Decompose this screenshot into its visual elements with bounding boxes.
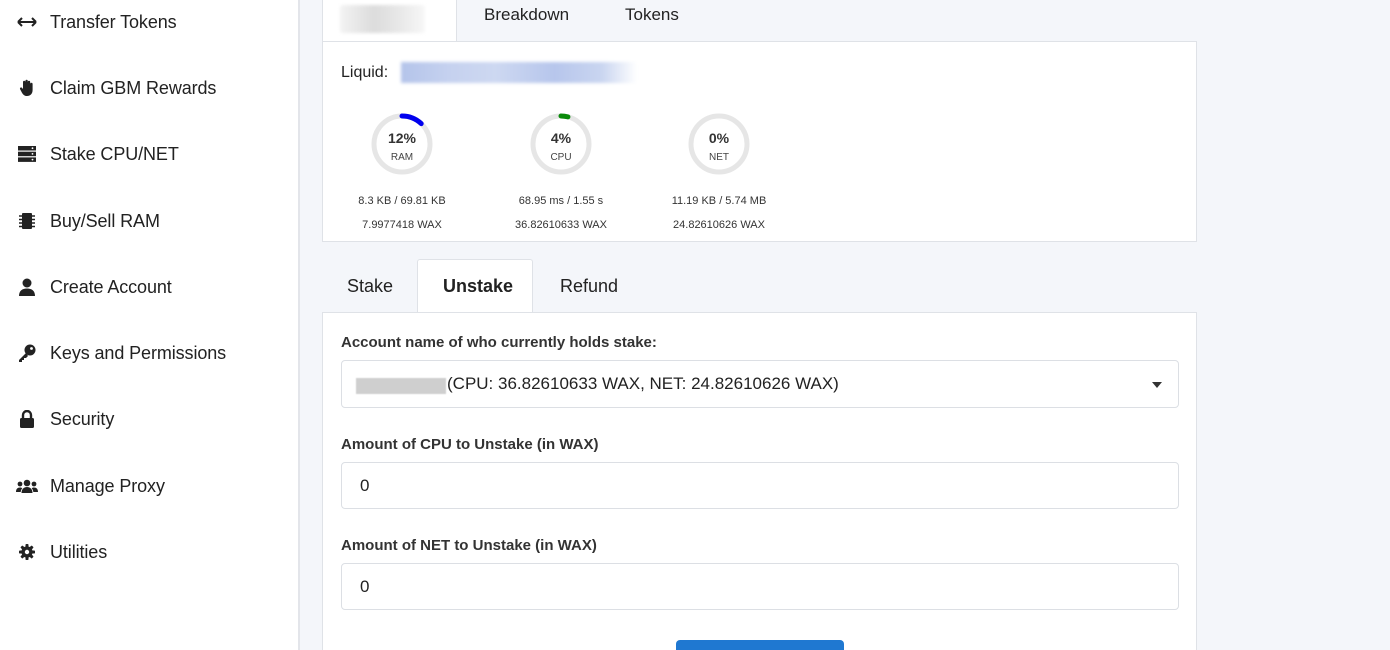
sidebar-item-label: Create Account [50, 276, 172, 297]
sidebar-item-manage-proxy[interactable]: Manage Proxy [16, 471, 165, 501]
stake-tabs: Stake Unstake Refund [322, 259, 1197, 314]
lock-icon [16, 408, 38, 430]
cpu-unstake-input[interactable] [341, 462, 1179, 509]
sidebar-item-label: Transfer Tokens [50, 11, 177, 32]
tab-unstake[interactable]: Unstake [443, 276, 513, 297]
net-unstake-label: Amount of NET to Unstake (in WAX) [341, 537, 597, 554]
tab-stake[interactable]: Stake [347, 276, 393, 297]
net-percent: 0% [708, 130, 730, 146]
arrows-horizontal-icon [16, 11, 38, 33]
gear-icon [16, 541, 38, 563]
holder-select[interactable]: (CPU: 36.82610633 WAX, NET: 24.82610626 … [341, 360, 1179, 408]
sidebar-item-label: Utilities [50, 541, 108, 562]
account-name-redacted [340, 5, 425, 33]
sidebar-item-label: Keys and Permissions [50, 342, 227, 363]
sidebar: Transfer Tokens Claim GBM Rewards Stake … [0, 0, 300, 650]
unstake-button[interactable] [676, 640, 844, 650]
net-label: NET [709, 152, 729, 163]
holder-account-redacted [356, 378, 446, 394]
holder-select-value: (CPU: 36.82610633 WAX, NET: 24.82610626 … [447, 374, 839, 393]
chevron-down-icon [1152, 382, 1162, 388]
holder-label: Account name of who currently holds stak… [341, 334, 657, 351]
tab-account-active[interactable] [322, 0, 457, 42]
memory-icon [16, 210, 38, 232]
sidebar-item-claim-gbm-rewards[interactable]: Claim GBM Rewards [16, 73, 216, 103]
sidebar-item-utilities[interactable]: Utilities [16, 537, 107, 567]
sidebar-item-buy-sell-ram[interactable]: Buy/Sell RAM [16, 206, 160, 236]
liquid-balance-redacted [401, 62, 637, 83]
resource-panel: Liquid: 12% RAM 8.3 KB / 69.81 KB 7.9977… [322, 41, 1197, 242]
sidebar-item-label: Claim GBM Rewards [50, 77, 217, 98]
tab-breakdown[interactable]: Breakdown [484, 5, 569, 25]
liquid-label: Liquid: [341, 64, 389, 81]
cpu-unstake-label: Amount of CPU to Unstake (in WAX) [341, 436, 599, 453]
sidebar-item-label: Buy/Sell RAM [50, 210, 160, 231]
sidebar-item-create-account[interactable]: Create Account [16, 272, 172, 302]
sidebar-item-label: Manage Proxy [50, 475, 165, 496]
sidebar-item-label: Stake CPU/NET [50, 143, 179, 164]
sidebar-item-keys-and-permissions[interactable]: Keys and Permissions [16, 338, 226, 368]
server-icon [16, 143, 38, 165]
key-icon [16, 342, 38, 364]
net-usage: 11.19 KB / 5.74 MB [671, 195, 767, 207]
net-unstake-input[interactable] [341, 563, 1179, 610]
hand-icon [16, 77, 38, 99]
net-gauge: 0% NET 11.19 KB / 5.74 MB 24.82610626 WA… [619, 112, 819, 231]
unstake-form: Account name of who currently holds stak… [322, 312, 1197, 650]
sidebar-item-stake-cpu-net[interactable]: Stake CPU/NET [16, 139, 179, 169]
tab-tokens[interactable]: Tokens [625, 5, 679, 25]
sidebar-item-transfer-tokens[interactable]: Transfer Tokens [16, 7, 177, 37]
resource-tabs: Breakdown Tokens [322, 0, 1196, 42]
main-content: Breakdown Tokens Liquid: 12% RAM 8.3 KB … [302, 0, 1390, 650]
sidebar-item-label: Security [50, 408, 115, 429]
sidebar-item-security[interactable]: Security [16, 404, 114, 434]
net-stake: 24.82610626 WAX [673, 219, 765, 231]
users-icon [16, 475, 38, 497]
tab-refund[interactable]: Refund [560, 276, 618, 297]
user-icon [16, 276, 38, 298]
